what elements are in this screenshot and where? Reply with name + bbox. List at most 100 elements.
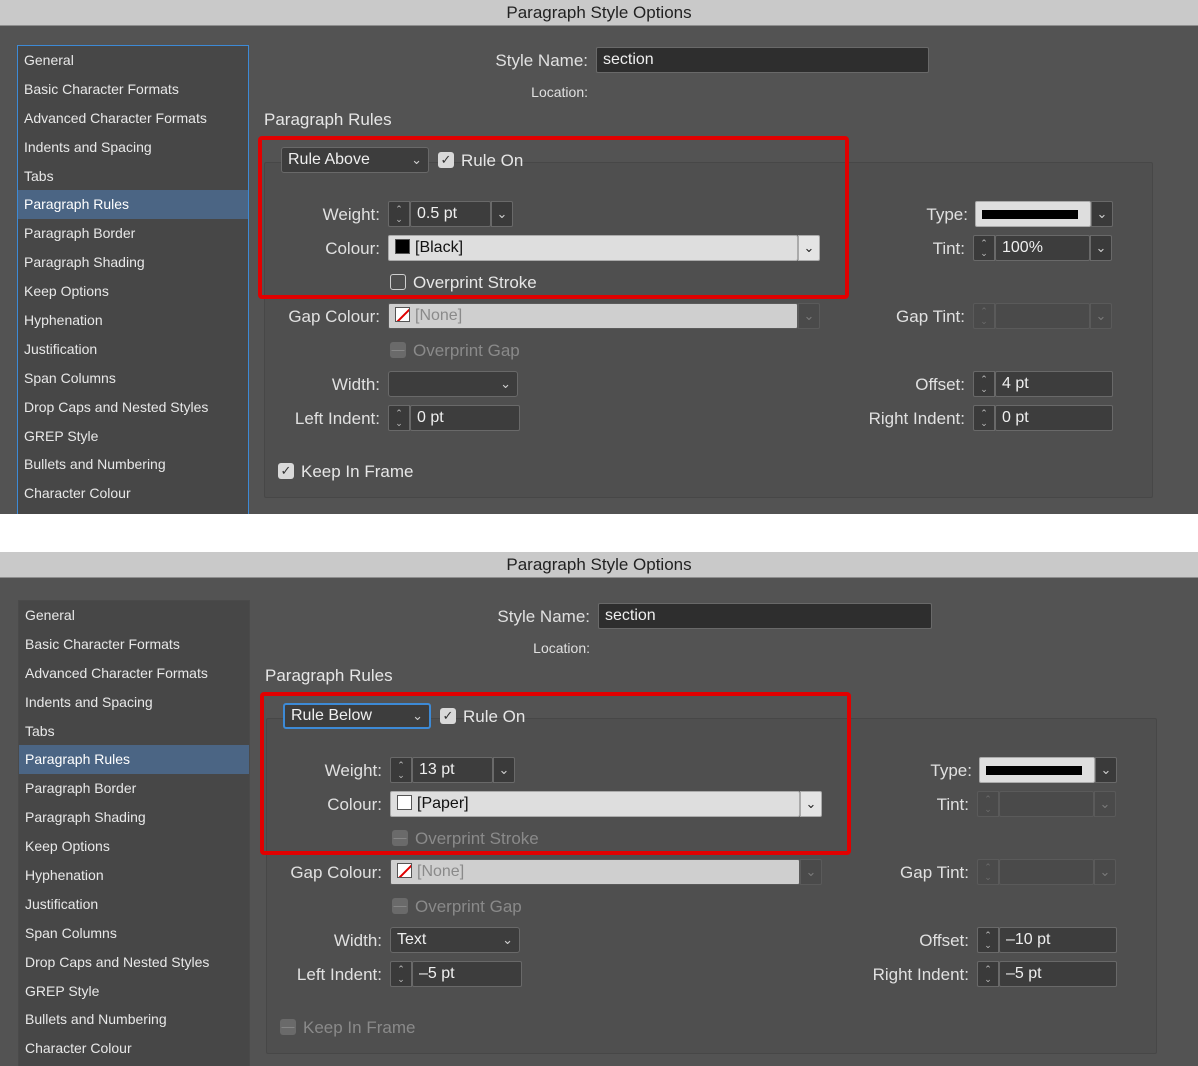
- width-select[interactable]: Text ⌄: [390, 927, 520, 953]
- sidebar-item-bullets-numbering[interactable]: Bullets and Numbering: [18, 450, 248, 479]
- sidebar-item-keep-options[interactable]: Keep Options: [18, 277, 248, 306]
- sidebar-item-advanced-character-formats[interactable]: Advanced Character Formats: [18, 104, 248, 133]
- location-label: Location:: [533, 640, 590, 656]
- sidebar: General Basic Character Formats Advanced…: [17, 45, 249, 514]
- type-dropdown[interactable]: ⌄: [1091, 201, 1113, 227]
- sidebar-item-span-columns[interactable]: Span Columns: [19, 919, 249, 948]
- sidebar-item-justification[interactable]: Justification: [19, 890, 249, 919]
- style-name-label: Style Name:: [497, 607, 590, 626]
- right-indent-stepper[interactable]: ⌃ ⌄: [977, 961, 999, 987]
- type-select[interactable]: [979, 757, 1095, 783]
- sidebar-item-paragraph-rules[interactable]: Paragraph Rules: [19, 745, 249, 775]
- keep-in-frame-checkbox[interactable]: —: [280, 1019, 296, 1035]
- sidebar-item-character-colour[interactable]: Character Colour: [18, 479, 248, 508]
- sidebar-item-general[interactable]: General: [19, 601, 249, 630]
- style-name-input[interactable]: section: [598, 603, 932, 629]
- sidebar-item-paragraph-border[interactable]: Paragraph Border: [19, 774, 249, 803]
- type-dropdown[interactable]: ⌄: [1095, 757, 1117, 783]
- sidebar-item-indents-and-spacing[interactable]: Indents and Spacing: [19, 688, 249, 717]
- gap-tint-input[interactable]: [999, 859, 1094, 885]
- location-label: Location:: [531, 84, 588, 100]
- gap-tint-stepper[interactable]: ⌃ ⌄: [977, 859, 999, 885]
- sidebar-item-tabs[interactable]: Tabs: [18, 162, 248, 191]
- sidebar-item-paragraph-rules[interactable]: Paragraph Rules: [18, 190, 248, 220]
- tint-stepper[interactable]: ⌃ ⌄: [973, 235, 995, 261]
- sidebar-item-bullets-numbering[interactable]: Bullets and Numbering: [19, 1005, 249, 1034]
- offset-input[interactable]: 4 pt: [995, 371, 1113, 397]
- right-indent-label: Right Indent:: [868, 409, 965, 428]
- right-indent-input[interactable]: 0 pt: [995, 405, 1113, 431]
- section-heading: Paragraph Rules: [265, 666, 393, 685]
- dialog-title: Paragraph Style Options: [0, 552, 1198, 578]
- sidebar-item-drop-caps[interactable]: Drop Caps and Nested Styles: [19, 948, 249, 977]
- offset-stepper[interactable]: ⌃ ⌄: [977, 927, 999, 953]
- style-name-label: Style Name:: [495, 51, 588, 70]
- width-select[interactable]: ⌄: [388, 371, 518, 397]
- left-indent-label: Left Indent:: [296, 965, 382, 984]
- tint-stepper[interactable]: ⌃ ⌄: [977, 791, 999, 817]
- left-indent-label: Left Indent:: [294, 409, 380, 428]
- sidebar-item-character-colour[interactable]: Character Colour: [19, 1034, 249, 1063]
- sidebar-item-basic-character-formats[interactable]: Basic Character Formats: [19, 630, 249, 659]
- highlight-box: [260, 692, 851, 855]
- right-indent-input[interactable]: –5 pt: [999, 961, 1117, 987]
- sidebar-item-grep-style[interactable]: GREP Style: [18, 422, 248, 451]
- gap-tint-stepper[interactable]: ⌃ ⌄: [973, 303, 995, 329]
- type-select[interactable]: [975, 201, 1091, 227]
- width-value: Text: [397, 931, 427, 948]
- gap-colour-label: Gap Colour:: [288, 307, 380, 326]
- type-label: Type:: [930, 761, 972, 780]
- chevron-down-icon: ⌄: [500, 376, 511, 391]
- gap-colour-dropdown[interactable]: ⌄: [798, 303, 820, 329]
- dialog-rule-above: Paragraph Style Options General Basic Ch…: [0, 0, 1198, 514]
- width-label: Width:: [331, 375, 380, 394]
- sidebar-item-paragraph-shading[interactable]: Paragraph Shading: [19, 803, 249, 832]
- chevron-down-icon: ⌄: [502, 932, 513, 947]
- sidebar-item-paragraph-border[interactable]: Paragraph Border: [18, 219, 248, 248]
- gap-tint-dropdown[interactable]: ⌄: [1090, 303, 1112, 329]
- overprint-gap-label: Overprint Gap: [415, 897, 522, 916]
- style-name-input[interactable]: section: [596, 47, 929, 73]
- left-indent-input[interactable]: 0 pt: [410, 405, 520, 431]
- offset-input[interactable]: –10 pt: [999, 927, 1117, 953]
- sidebar-item-tabs[interactable]: Tabs: [19, 717, 249, 746]
- sidebar-item-span-columns[interactable]: Span Columns: [18, 364, 248, 393]
- width-label: Width:: [333, 931, 382, 950]
- overprint-gap-checkbox[interactable]: —: [392, 898, 408, 914]
- right-indent-stepper[interactable]: ⌃ ⌄: [973, 405, 995, 431]
- left-indent-stepper[interactable]: ⌃ ⌄: [390, 961, 412, 987]
- gap-colour-select[interactable]: [None]: [390, 859, 800, 885]
- overprint-gap-label: Overprint Gap: [413, 341, 520, 360]
- overprint-gap-checkbox[interactable]: —: [390, 342, 406, 358]
- tint-dropdown[interactable]: ⌄: [1094, 791, 1116, 817]
- left-indent-stepper[interactable]: ⌃ ⌄: [388, 405, 410, 431]
- sidebar-item-hyphenation[interactable]: Hyphenation: [19, 861, 249, 890]
- gap-colour-dropdown[interactable]: ⌄: [800, 859, 822, 885]
- tint-input[interactable]: [999, 791, 1094, 817]
- gap-colour-select[interactable]: [None]: [388, 303, 798, 329]
- keep-in-frame-checkbox[interactable]: ✓: [278, 463, 294, 479]
- section-heading: Paragraph Rules: [264, 110, 392, 129]
- tint-input[interactable]: 100%: [995, 235, 1090, 261]
- gap-tint-label: Gap Tint:: [900, 863, 969, 882]
- tint-dropdown[interactable]: ⌄: [1090, 235, 1112, 261]
- sidebar-item-basic-character-formats[interactable]: Basic Character Formats: [18, 75, 248, 104]
- gap-tint-dropdown[interactable]: ⌄: [1094, 859, 1116, 885]
- sidebar-item-hyphenation[interactable]: Hyphenation: [18, 306, 248, 335]
- left-indent-input[interactable]: –5 pt: [412, 961, 522, 987]
- sidebar-item-indents-and-spacing[interactable]: Indents and Spacing: [18, 133, 248, 162]
- gap-tint-input[interactable]: [995, 303, 1090, 329]
- offset-label: Offset:: [915, 375, 965, 394]
- stroke-type-swatch: [986, 766, 1082, 775]
- sidebar-item-general[interactable]: General: [18, 46, 248, 75]
- sidebar-item-justification[interactable]: Justification: [18, 335, 248, 364]
- right-indent-label: Right Indent:: [872, 965, 969, 984]
- sidebar-item-advanced-character-formats[interactable]: Advanced Character Formats: [19, 659, 249, 688]
- sidebar-item-grep-style[interactable]: GREP Style: [19, 977, 249, 1006]
- keep-in-frame-label: Keep In Frame: [303, 1018, 416, 1037]
- sidebar-item-paragraph-shading[interactable]: Paragraph Shading: [18, 248, 248, 277]
- sidebar-item-drop-caps[interactable]: Drop Caps and Nested Styles: [18, 393, 248, 422]
- sidebar-item-keep-options[interactable]: Keep Options: [19, 832, 249, 861]
- offset-stepper[interactable]: ⌃ ⌄: [973, 371, 995, 397]
- keep-in-frame-label: Keep In Frame: [301, 462, 414, 481]
